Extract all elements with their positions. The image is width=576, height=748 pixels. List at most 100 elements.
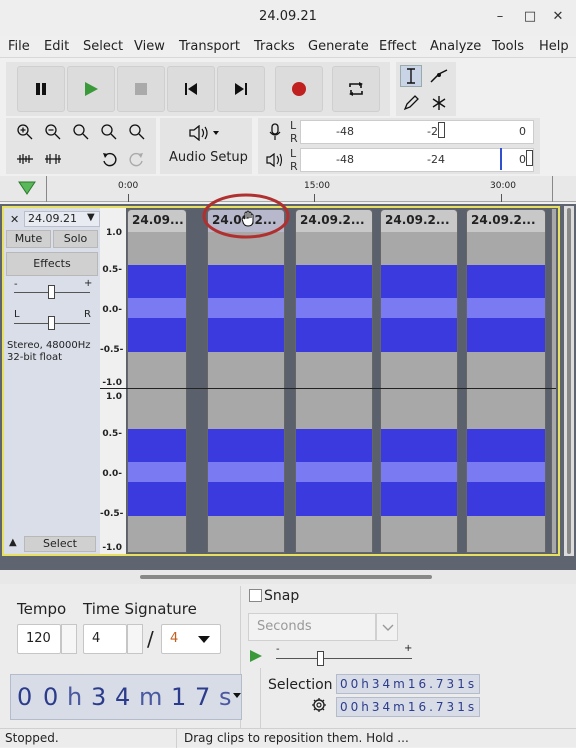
menu-edit[interactable]: Edit [44, 39, 69, 54]
menu-help[interactable]: Help [539, 39, 569, 54]
close-button[interactable]: ✕ [549, 8, 567, 26]
effects-button[interactable]: Effects [6, 252, 98, 276]
close-track-icon[interactable]: ✕ [10, 213, 19, 226]
tempo-label: Tempo [17, 600, 67, 618]
time-sig-numerator-input[interactable]: 4 [83, 624, 127, 654]
menu-file[interactable]: File [8, 39, 30, 54]
scale-label: 0.0- [102, 469, 122, 479]
play-icon [85, 82, 98, 96]
time-sig-denominator-select[interactable]: 4 [161, 624, 221, 654]
zoom-toggle-button[interactable] [126, 121, 148, 143]
trim-button[interactable] [14, 148, 36, 170]
track-format-rate: Stereo, 48000Hz [7, 340, 91, 351]
audio-clip[interactable]: 24.09.2... [295, 209, 373, 553]
status-right: Drag clips to reposition them. Hold ... [184, 731, 409, 745]
menu-select[interactable]: Select [83, 39, 123, 54]
snap-checkbox[interactable] [249, 589, 262, 602]
record-meter-button[interactable] [264, 121, 286, 143]
amplitude-scale[interactable]: 1.0 0.5- 0.0- -0.5- -1.0 1.0 0.5- 0.0- -… [100, 208, 126, 554]
audio-clip[interactable]: 24.09... [127, 209, 187, 553]
time-display[interactable]: 0 0 h 3 4 m 1 7 s [10, 674, 242, 720]
gear-icon[interactable] [311, 697, 327, 713]
selection-label: Selection [268, 677, 333, 693]
i-beam-icon [407, 68, 415, 84]
play-meter-l: L [290, 147, 297, 160]
microphone-icon [269, 123, 281, 140]
skip-start-icon [185, 83, 197, 95]
fit-project-button[interactable] [98, 121, 120, 143]
menu-view[interactable]: View [134, 39, 165, 54]
snap-unit-dropdown[interactable] [376, 613, 398, 641]
menu-analyze[interactable]: Analyze [430, 39, 481, 54]
draw-tool-button[interactable] [400, 92, 422, 114]
time-unit: s [219, 683, 232, 711]
playback-level-slider[interactable] [526, 150, 533, 166]
pause-button[interactable] [17, 66, 65, 112]
menu-generate[interactable]: Generate [308, 39, 369, 54]
menu-transport[interactable]: Transport [179, 39, 240, 54]
solo-button[interactable]: Solo [53, 230, 98, 248]
record-button[interactable] [275, 66, 323, 112]
loop-button[interactable] [332, 66, 380, 112]
skip-to-end-button[interactable] [217, 66, 265, 112]
play-meter-button[interactable] [264, 149, 286, 171]
collapse-icon[interactable]: ▲ [9, 537, 17, 548]
vertical-scrollbar[interactable] [564, 206, 574, 556]
loop-icon [349, 82, 363, 96]
menu-bar: File Edit Select View Transport Tracks G… [0, 36, 576, 58]
clip-title[interactable]: 24.09... [128, 210, 186, 232]
audio-clip[interactable]: 24.09.2... [207, 209, 285, 553]
chevron-down-icon: ▼ [87, 212, 95, 223]
redo-button[interactable] [126, 148, 148, 170]
fit-selection-button[interactable] [70, 121, 92, 143]
speaker-icon [266, 153, 283, 167]
mute-button[interactable]: Mute [6, 230, 51, 248]
tempo-input[interactable]: 120 [17, 624, 61, 654]
track-area: ✕ 24.09.21 ▼ Mute Solo Effects - + L R S… [0, 193, 576, 584]
selection-end[interactable]: 00h34m16.731s [336, 697, 480, 717]
select-track-button[interactable]: Select [24, 536, 96, 552]
menu-effect[interactable]: Effect [379, 39, 416, 54]
menu-tools[interactable]: Tools [492, 39, 524, 54]
record-level-slider[interactable] [438, 122, 445, 138]
tempo-stepper[interactable] [61, 624, 77, 654]
selection-tool-button[interactable] [400, 65, 422, 87]
clip-title[interactable]: 24.09.2... [381, 210, 457, 232]
time-digit: 3 [91, 683, 107, 711]
zoom-in-icon [17, 124, 33, 140]
audio-clip[interactable]: 24.09.2... [466, 209, 546, 553]
audio-setup-button[interactable]: Audio Setup [165, 121, 249, 171]
time-digit: 4 [115, 683, 131, 711]
menu-tracks[interactable]: Tracks [254, 39, 295, 54]
snap-label: Snap [264, 588, 300, 604]
maximize-button[interactable]: □ [521, 8, 539, 26]
selection-start[interactable]: 00h34m16.731s [336, 674, 480, 694]
pan-slider[interactable] [48, 316, 55, 330]
clip-title[interactable]: 24.09.2... [296, 210, 372, 232]
clip-title[interactable]: 24.09.2... [467, 210, 545, 232]
snap-unit-select[interactable]: Seconds [248, 613, 376, 641]
zoom-out-button[interactable] [42, 121, 64, 143]
stop-button[interactable] [117, 66, 165, 112]
title-bar: 24.09.21 – □ ✕ [0, 0, 576, 36]
play-at-speed-button[interactable] [244, 645, 270, 669]
zoom-in-button[interactable] [14, 121, 36, 143]
silence-button[interactable] [42, 148, 64, 170]
horizontal-scrollbar[interactable] [0, 570, 576, 584]
time-sig-stepper[interactable] [127, 624, 143, 654]
time-digit: 0 [43, 683, 59, 711]
minimize-button[interactable]: – [491, 8, 509, 26]
playback-speed-slider[interactable] [317, 651, 324, 666]
multi-tool-button[interactable] [428, 92, 450, 114]
undo-button[interactable] [98, 148, 120, 170]
zoom-selection-icon [73, 124, 89, 140]
play-button[interactable] [67, 66, 115, 112]
track-name-menu[interactable]: 24.09.21 ▼ [24, 211, 100, 227]
envelope-tool-button[interactable] [428, 65, 450, 87]
audio-clip[interactable]: 24.09.2... [380, 209, 458, 553]
scale-label: -0.5- [100, 345, 124, 355]
pause-icon [36, 83, 46, 95]
skip-to-start-button[interactable] [167, 66, 215, 112]
gain-slider[interactable] [48, 285, 55, 299]
play-head-icon[interactable] [18, 180, 36, 196]
